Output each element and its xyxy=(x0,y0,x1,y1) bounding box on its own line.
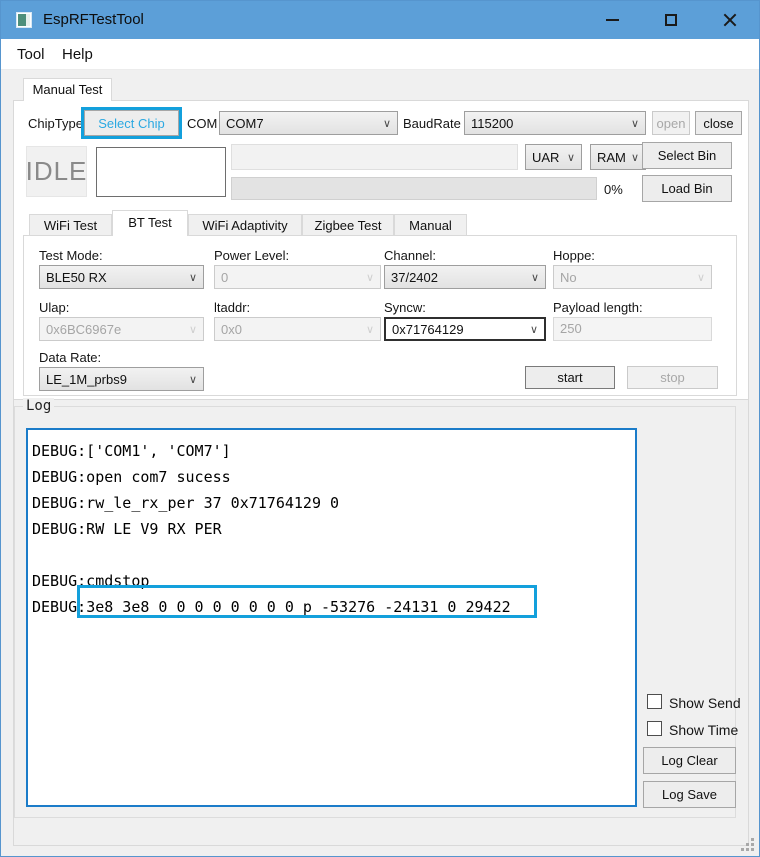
chevron-down-icon: ∨ xyxy=(366,271,380,284)
payload-length-field: 250 xyxy=(553,317,712,341)
memory-value: RAM xyxy=(597,150,626,165)
data-rate-value: LE_1M_prbs9 xyxy=(46,372,127,387)
show-send-checkbox[interactable] xyxy=(647,694,662,709)
log-line: DEBUG:open com7 sucess xyxy=(32,464,231,490)
ulap-select: 0x6BC6967e ∨ xyxy=(39,317,204,341)
hoppe-value: No xyxy=(560,270,577,285)
log-line: DEBUG:RW LE V9 RX PER xyxy=(32,516,222,542)
close-icon xyxy=(722,12,738,28)
menu-tool[interactable]: Tool xyxy=(13,39,49,70)
open-button: open xyxy=(652,111,690,135)
stop-button: stop xyxy=(627,366,718,389)
chevron-down-icon: ∨ xyxy=(189,323,203,336)
channel-value: 37/2402 xyxy=(391,270,438,285)
menu-help[interactable]: Help xyxy=(58,39,97,70)
ltaddr-value: 0x0 xyxy=(221,322,242,337)
ulap-label: Ulap: xyxy=(39,300,69,315)
close-button[interactable]: close xyxy=(695,111,742,135)
test-mode-label: Test Mode: xyxy=(39,248,103,263)
select-chip-button[interactable]: Select Chip xyxy=(84,110,179,136)
chevron-down-icon: ∨ xyxy=(383,117,397,130)
show-time-checkbox[interactable] xyxy=(647,721,662,736)
chevron-down-icon: ∨ xyxy=(189,373,203,386)
com-port-value: COM7 xyxy=(226,116,264,131)
baudrate-select[interactable]: 115200 ∨ xyxy=(464,111,646,135)
tab-manual[interactable]: Manual xyxy=(394,214,467,236)
start-button[interactable]: start xyxy=(525,366,615,389)
bin-path-field xyxy=(231,144,518,170)
interface-select[interactable]: UAR ∨ xyxy=(525,144,582,170)
channel-label: Channel: xyxy=(384,248,436,263)
menu-bar xyxy=(1,39,759,70)
chevron-down-icon: ∨ xyxy=(697,271,711,284)
log-group-title: Log xyxy=(23,398,54,414)
tab-wifi-adaptivity[interactable]: WiFi Adaptivity xyxy=(188,214,302,236)
tab-bt-test[interactable]: BT Test xyxy=(112,210,188,236)
maximize-icon xyxy=(665,14,677,26)
minimize-button[interactable] xyxy=(590,1,634,39)
app-window: EspRFTestTool Tool Help Manual Test Chip… xyxy=(0,0,760,857)
maximize-button[interactable] xyxy=(649,1,693,39)
com-port-select[interactable]: COM7 ∨ xyxy=(219,111,398,135)
chevron-down-icon: ∨ xyxy=(366,323,380,336)
load-progress-bar xyxy=(231,177,597,200)
syncw-select[interactable]: 0x71764129 ∨ xyxy=(384,317,546,341)
select-bin-button[interactable]: Select Bin xyxy=(642,142,732,169)
chiptype-label: ChipType xyxy=(28,116,83,131)
log-save-button[interactable]: Log Save xyxy=(643,781,736,808)
progress-percent: 0% xyxy=(604,182,623,197)
ulap-value: 0x6BC6967e xyxy=(46,322,121,337)
resize-grip[interactable] xyxy=(741,838,754,851)
tab-zigbee-test[interactable]: Zigbee Test xyxy=(302,214,394,236)
chevron-down-icon: ∨ xyxy=(189,271,203,284)
payload-length-label: Payload length: xyxy=(553,300,643,315)
show-send-label: Show Send xyxy=(669,695,741,711)
titlebar: EspRFTestTool xyxy=(1,1,759,39)
close-window-button[interactable] xyxy=(708,1,752,39)
baudrate-label: BaudRate xyxy=(403,116,461,131)
memory-select[interactable]: RAM∨ xyxy=(590,144,646,170)
data-rate-label: Data Rate: xyxy=(39,350,101,365)
channel-select[interactable]: 37/2402 ∨ xyxy=(384,265,546,289)
minimize-icon xyxy=(606,19,619,21)
power-level-select: 0∨ xyxy=(214,265,381,289)
window-title: EspRFTestTool xyxy=(43,1,144,39)
log-line: DEBUG:['COM1', 'COM7'] xyxy=(32,438,231,464)
interface-value: UAR xyxy=(532,150,559,165)
chevron-down-icon: ∨ xyxy=(567,151,581,164)
log-clear-button[interactable]: Log Clear xyxy=(643,747,736,774)
ltaddr-select: 0x0 ∨ xyxy=(214,317,381,341)
data-rate-select[interactable]: LE_1M_prbs9 ∨ xyxy=(39,367,204,391)
load-bin-button[interactable]: Load Bin xyxy=(642,175,732,202)
ltaddr-label: ltaddr: xyxy=(214,300,250,315)
log-result-highlight-box xyxy=(77,585,537,618)
status-idle: IDLE xyxy=(26,146,87,197)
chip-info-box xyxy=(96,147,226,197)
hoppe-select: No ∨ xyxy=(553,265,712,289)
log-line: DEBUG:rw_le_rx_per 37 0x71764129 0 xyxy=(32,490,339,516)
chevron-down-icon: ∨ xyxy=(531,271,545,284)
tab-wifi-test[interactable]: WiFi Test xyxy=(29,214,112,236)
chevron-down-icon: ∨ xyxy=(631,117,645,130)
syncw-value: 0x71764129 xyxy=(392,322,464,337)
power-level-value: 0 xyxy=(221,270,228,285)
syncw-label: Syncw: xyxy=(384,300,426,315)
tab-manual-test[interactable]: Manual Test xyxy=(23,78,112,101)
com-label: COM xyxy=(187,116,217,131)
select-chip-highlight: Select Chip xyxy=(81,107,182,139)
power-level-label: Power Level: xyxy=(214,248,289,263)
show-time-label: Show Time xyxy=(669,722,738,738)
test-mode-select[interactable]: BLE50 RX ∨ xyxy=(39,265,204,289)
baudrate-value: 115200 xyxy=(471,116,513,131)
test-mode-value: BLE50 RX xyxy=(46,270,107,285)
hoppe-label: Hoppe: xyxy=(553,248,595,263)
app-icon xyxy=(16,12,32,28)
chevron-down-icon: ∨ xyxy=(530,323,544,336)
